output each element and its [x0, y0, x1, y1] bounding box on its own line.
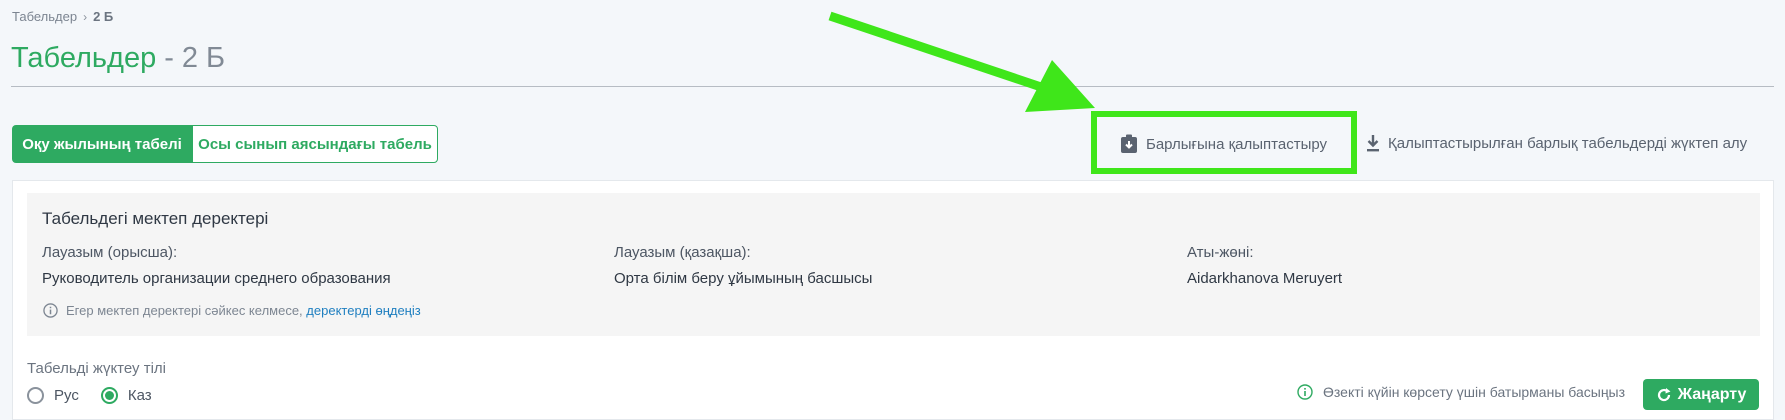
position-ru-value: Руководитель организации среднего образо…	[42, 270, 391, 287]
edit-data-link[interactable]: деректерді өңдеңіз	[306, 303, 420, 318]
refresh-hint-text: Өзекті күйін көрсету үшін батырманы басы…	[1323, 384, 1626, 400]
update-button[interactable]: Жаңарту	[1643, 379, 1759, 410]
note-text: Егер мектеп деректері сәйкес келмесе,	[66, 303, 303, 318]
full-name-value: Aidarkhanova Meruyert	[1187, 270, 1343, 287]
language-label: Табельді жүктеу тілі	[27, 360, 167, 377]
info-icon	[43, 303, 58, 318]
update-button-label: Жаңарту	[1677, 385, 1747, 403]
radio-kaz-label[interactable]: Каз	[128, 387, 152, 404]
language-options: Рус Каз	[27, 387, 152, 404]
arrow-annotation-icon	[828, 11, 1095, 112]
radio-kaz-dot	[104, 391, 114, 400]
clipboard-download-icon	[1121, 134, 1137, 153]
radio-kaz[interactable]	[100, 387, 118, 404]
position-kz-value: Орта білім беру ұйымының басшысы	[614, 270, 873, 287]
full-name-label: Аты-жөні:	[1187, 244, 1254, 261]
breadcrumb: Табельдер › 2 Б	[12, 9, 113, 24]
form-all-label: Барлығына қалыптастыру	[1146, 135, 1328, 153]
school-info-note: Егер мектеп деректері сәйкес келмесе, де…	[43, 303, 421, 318]
refresh-icon	[1657, 387, 1671, 401]
page-title-main: Табельдер	[11, 42, 157, 74]
tab-class-scope[interactable]: Осы сынып аясындағы табель	[192, 125, 438, 163]
download-all-label: Қалыптастырылған барлық табельдерді жүкт…	[1388, 134, 1748, 152]
radio-rus[interactable]	[27, 387, 44, 404]
tab-group: Оқу жылының табелі Осы сынып аясындағы т…	[12, 125, 438, 163]
tab-academic-year[interactable]: Оқу жылының табелі	[12, 125, 192, 163]
info-icon	[1297, 384, 1313, 400]
breadcrumb-root[interactable]: Табельдер	[12, 9, 77, 24]
school-info-title: Табельдегі мектеп деректері	[42, 209, 269, 228]
page-title: Табельдер - 2 Б	[11, 42, 225, 75]
position-kz-label: Лауазым (қазақша):	[614, 244, 751, 261]
radio-rus-label[interactable]: Рус	[54, 387, 79, 404]
form-all-button[interactable]: Барлығына қалыптастыру	[1120, 134, 1327, 154]
position-ru-label: Лауазым (орысша):	[42, 244, 178, 261]
page-title-separator: -	[164, 42, 174, 74]
page-title-class: 2 Б	[181, 42, 226, 74]
download-icon	[1367, 135, 1379, 152]
refresh-hint: Өзекті күйін көрсету үшін батырманы басы…	[1297, 384, 1625, 400]
breadcrumb-separator: ›	[83, 9, 88, 24]
download-all-button[interactable]: Қалыптастырылған барлық табельдерді жүкт…	[1366, 134, 1747, 152]
breadcrumb-current: 2 Б	[93, 9, 114, 24]
